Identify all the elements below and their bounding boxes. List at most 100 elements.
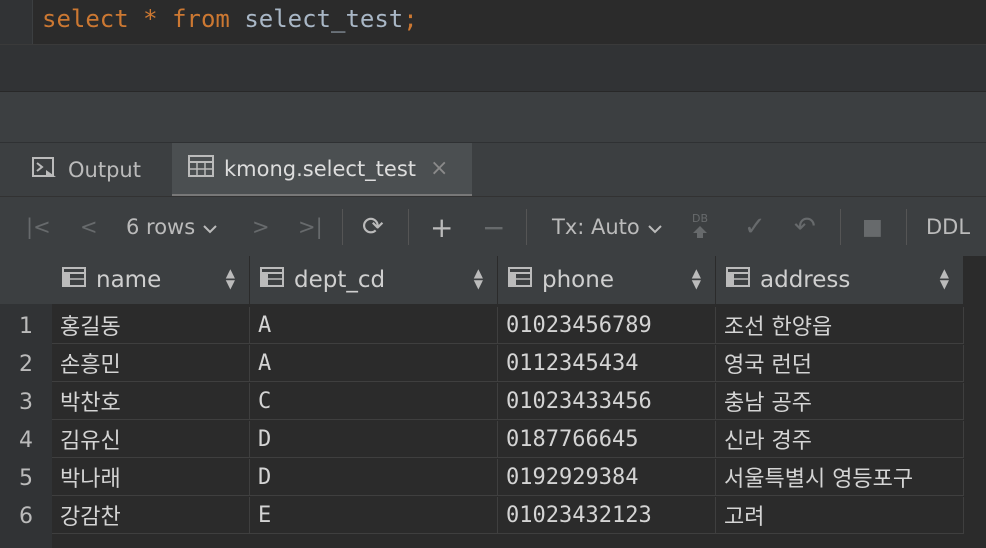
cell-name[interactable]: 손흥민 (52, 345, 250, 382)
chevron-down-icon (648, 215, 662, 239)
rows-count-dropdown[interactable]: 6 rows (126, 197, 217, 257)
delete-row-button[interactable]: − (482, 197, 505, 257)
toolbar-separator (342, 209, 343, 245)
checkmark-icon: ✓ (744, 212, 766, 242)
stop-button[interactable]: ■ (862, 197, 883, 257)
table-row[interactable]: 박나래 D 0192929384 서울특별시 영등포구 (52, 459, 964, 497)
row-number[interactable]: 5 (0, 459, 52, 497)
keyword-from: from (172, 5, 230, 33)
db-label: DB (692, 211, 709, 225)
next-page-button[interactable]: > (252, 197, 270, 257)
sql-query-line[interactable]: select * from select_test; (42, 4, 418, 34)
cell-address[interactable]: 충남 공주 (716, 383, 964, 420)
table-row[interactable]: 김유신 D 0187766645 신라 경주 (52, 421, 964, 459)
cell-dept-cd[interactable]: E (250, 497, 498, 534)
cell-dept-cd[interactable]: A (250, 307, 498, 344)
cell-name[interactable]: 강감찬 (52, 497, 250, 534)
tab-select-test[interactable]: kmong.select_test × (172, 143, 472, 197)
commit-button[interactable]: ✓ (744, 197, 766, 257)
plus-icon: + (430, 210, 454, 244)
panel-splitter[interactable] (0, 92, 986, 142)
grid-empty-right (964, 256, 986, 548)
row-number[interactable]: 1 (0, 307, 52, 345)
editor-gutter (0, 0, 33, 44)
cell-phone[interactable]: 01023432123 (498, 497, 716, 534)
toolbar-separator (840, 209, 841, 245)
sort-icon[interactable]: ▲ ▼ (474, 267, 483, 290)
cell-name[interactable]: 박나래 (52, 459, 250, 496)
toolbar-separator (408, 209, 409, 245)
sql-editor[interactable]: select * from select_test; (0, 0, 986, 44)
cell-name[interactable]: 박찬호 (52, 383, 250, 420)
row-number[interactable]: 2 (0, 345, 52, 383)
table-identifier: select_test (244, 5, 404, 33)
tab-select-test-label: kmong.select_test (224, 156, 417, 181)
submit-to-db-button[interactable]: DB (692, 197, 708, 257)
column-header-phone[interactable]: phone ▲ ▼ (498, 256, 716, 304)
cell-dept-cd[interactable]: D (250, 421, 498, 458)
table-row[interactable]: 손흥민 A 0112345434 영국 런던 (52, 345, 964, 383)
column-header-dept-cd[interactable]: dept_cd ▲ ▼ (250, 256, 498, 304)
cell-dept-cd[interactable]: A (250, 345, 498, 382)
column-header-label: name (96, 267, 162, 293)
results-grid: 1 2 3 4 5 6 name ▲ ▼ dept_cd ▲ ▼ phone ▲ ▼ … (0, 256, 986, 548)
results-toolbar: |< < 6 rows > >| ⟳ + − Tx: Auto DB ✓ ↶ ■… (0, 196, 986, 257)
cell-address[interactable]: 서울특별시 영등포구 (716, 459, 964, 496)
close-icon[interactable]: × (430, 156, 448, 181)
column-header-address[interactable]: address ▲ ▼ (716, 256, 964, 304)
tab-output[interactable]: Output (32, 143, 141, 197)
row-number[interactable]: 6 (0, 497, 52, 535)
table-row[interactable]: 강감찬 E 01023432123 고려 (52, 497, 964, 535)
row-number[interactable]: 4 (0, 421, 52, 459)
stop-icon: ■ (862, 214, 883, 240)
row-number-column: 1 2 3 4 5 6 (0, 256, 52, 548)
cell-name[interactable]: 김유신 (52, 421, 250, 458)
sort-icon[interactable]: ▲ ▼ (692, 267, 701, 290)
column-icon (62, 267, 86, 293)
ddl-button[interactable]: DDL (926, 197, 970, 257)
add-row-button[interactable]: + (430, 197, 453, 257)
table-row[interactable]: 박찬호 C 01023433456 충남 공주 (52, 383, 964, 421)
column-icon (726, 267, 750, 293)
undo-icon: ↶ (794, 212, 816, 242)
column-icon (260, 267, 284, 293)
console-output-icon (32, 156, 58, 185)
first-page-button[interactable]: |< (26, 197, 51, 257)
cell-dept-cd[interactable]: C (250, 383, 498, 420)
column-header-name[interactable]: name ▲ ▼ (52, 256, 250, 304)
sort-icon[interactable]: ▲ ▼ (940, 267, 949, 290)
column-header-label: dept_cd (294, 267, 386, 293)
cell-address[interactable]: 영국 런던 (716, 345, 964, 382)
asterisk: * (143, 5, 158, 33)
chevron-down-icon (203, 215, 217, 239)
sort-icon[interactable]: ▲ ▼ (226, 267, 235, 290)
grid-corner (0, 256, 52, 304)
cell-phone[interactable]: 01023433456 (498, 383, 716, 420)
column-icon (508, 267, 532, 293)
cell-phone[interactable]: 0112345434 (498, 345, 716, 382)
row-number[interactable]: 3 (0, 383, 52, 421)
cell-phone[interactable]: 0187766645 (498, 421, 716, 458)
cell-dept-cd[interactable]: D (250, 459, 498, 496)
refresh-button[interactable]: ⟳ (362, 197, 384, 257)
cell-address[interactable]: 조선 한양읍 (716, 307, 964, 344)
transaction-mode-dropdown[interactable]: Tx: Auto (552, 197, 662, 257)
cell-address[interactable]: 고려 (716, 497, 964, 534)
semicolon: ; (403, 5, 418, 33)
results-tab-bar: Output kmong.select_test × (0, 142, 986, 197)
table-row[interactable]: 홍길동 A 01023456789 조선 한양읍 (52, 307, 964, 345)
toolbar-separator (906, 209, 907, 245)
column-header-label: phone (542, 267, 614, 293)
table-icon (188, 155, 214, 182)
transaction-mode-label: Tx: Auto (552, 215, 640, 239)
ddl-label: DDL (926, 215, 971, 239)
minus-icon: − (482, 210, 506, 244)
previous-page-button[interactable]: < (80, 197, 98, 257)
cell-phone[interactable]: 0192929384 (498, 459, 716, 496)
rows-count-label: 6 rows (126, 215, 196, 239)
rollback-button[interactable]: ↶ (794, 197, 816, 257)
cell-name[interactable]: 홍길동 (52, 307, 250, 344)
cell-phone[interactable]: 01023456789 (498, 307, 716, 344)
last-page-button[interactable]: >| (298, 197, 323, 257)
cell-address[interactable]: 신라 경주 (716, 421, 964, 458)
